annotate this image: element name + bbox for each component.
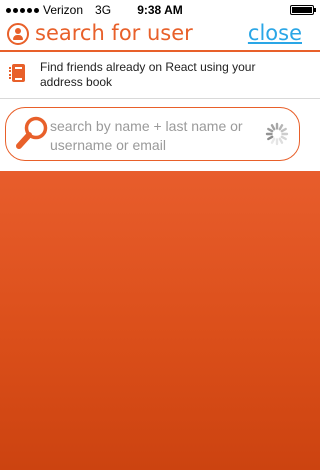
address-book-icon (9, 64, 25, 82)
magnifier-icon (16, 116, 48, 149)
address-book-label: Find friends already on React using your… (40, 60, 256, 89)
status-bar: Verizon 3G 9:38 AM (0, 0, 320, 20)
user-circle-icon (7, 23, 29, 45)
address-book-row[interactable]: Find friends already on React using your… (0, 52, 320, 98)
search-area: search by name + last name or username o… (0, 99, 320, 171)
dimmed-overlay[interactable] (0, 171, 320, 470)
header: search for user close (0, 20, 320, 50)
search-input[interactable]: search by name + last name or username o… (5, 107, 300, 161)
loading-spinner-icon (265, 122, 289, 146)
page-title: search for user (35, 21, 193, 45)
status-time: 9:38 AM (137, 3, 183, 17)
search-placeholder: search by name + last name or username o… (50, 118, 243, 153)
close-button[interactable]: close (248, 21, 302, 45)
battery-icon (290, 5, 316, 15)
search-user-screen: Verizon 3G 9:38 AM search for user close… (0, 0, 320, 470)
